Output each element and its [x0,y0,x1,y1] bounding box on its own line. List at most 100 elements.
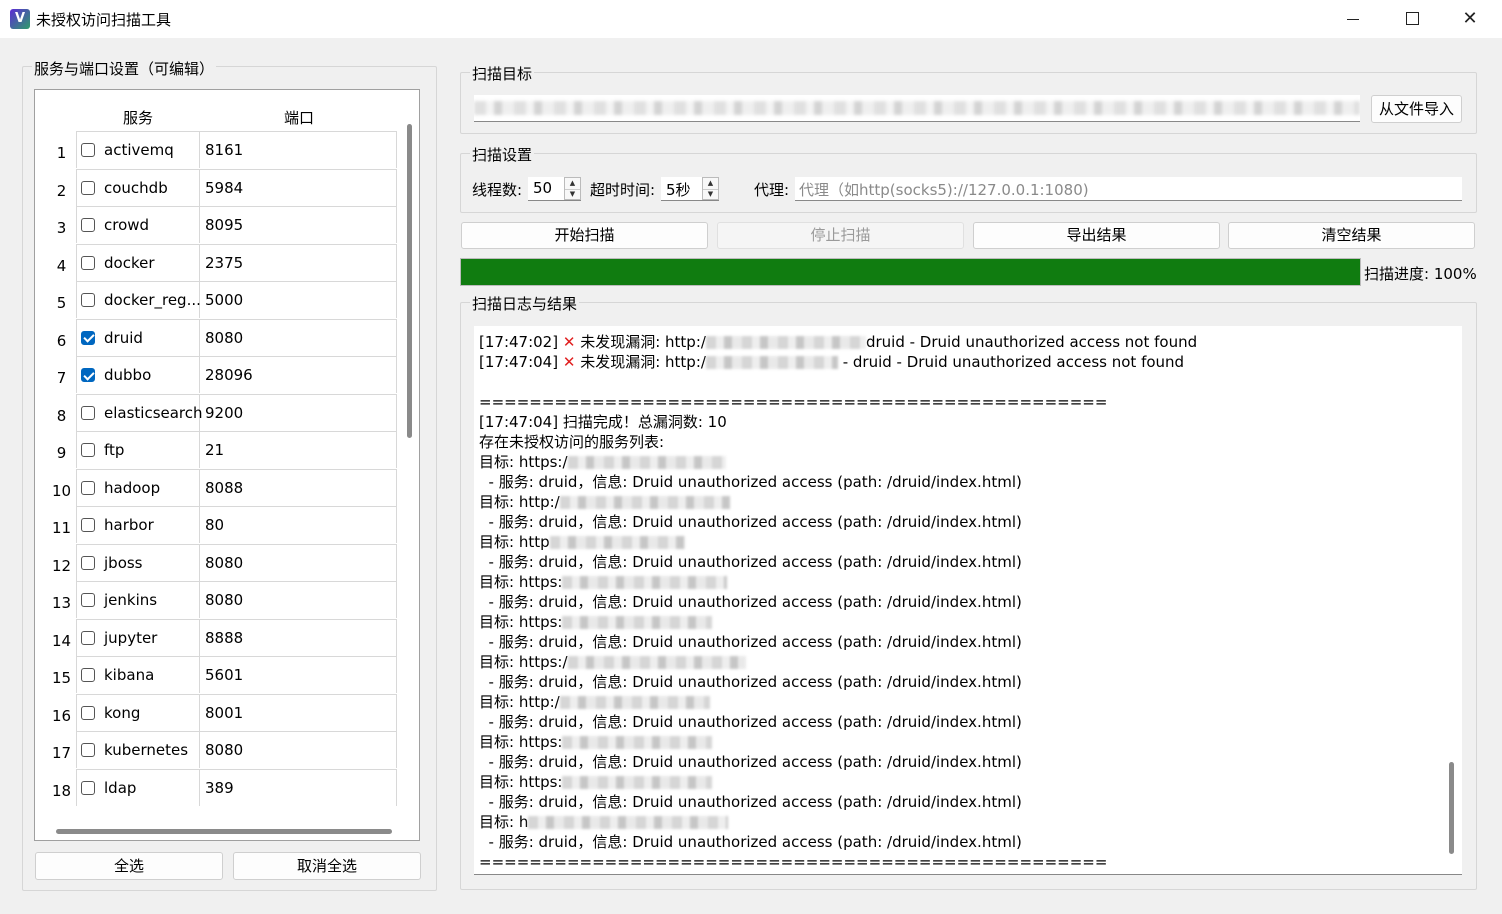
table-row[interactable]: 1 activemq 8161 [47,131,397,168]
port-cell[interactable]: 8161 [200,131,397,168]
service-cell[interactable]: couchdb [76,168,200,206]
row-number: 5 [56,294,67,312]
table-row[interactable]: 11 harbor 80 [47,506,397,543]
scan-target-input[interactable] [474,95,1360,122]
service-cell[interactable]: ftp [76,431,200,468]
maximize-button[interactable] [1389,4,1435,34]
service-cell[interactable]: dubbo [76,356,200,393]
service-cell[interactable]: docker_reg... [76,281,201,318]
service-cell[interactable]: jupyter [76,618,200,656]
log-line: 目标: https:/ [479,652,1439,672]
table-row[interactable]: 2 couchdb 5984 [47,168,397,206]
service-table[interactable]: 服务 端口 1 activemq 8161 2 couchdb 5984 3 crowd 809… [34,89,420,841]
service-cell[interactable]: druid [76,318,200,356]
table-row[interactable]: 18 ldap 389 [47,768,397,806]
port-cell[interactable]: 5601 [200,656,397,693]
service-checkbox[interactable] [81,255,95,270]
table-row[interactable]: 9 ftp 21 [47,431,397,468]
service-cell[interactable]: ldap [76,768,200,806]
service-cell[interactable]: activemq [76,131,200,168]
port-cell[interactable]: 8001 [200,693,397,731]
port-cell[interactable]: 8080 [200,543,397,581]
port-cell[interactable]: 80 [200,506,397,543]
service-checkbox[interactable] [81,143,95,157]
service-checkbox[interactable] [81,443,95,457]
minimize-button[interactable] [1330,4,1376,34]
service-cell[interactable]: harbor [76,506,200,543]
log-output[interactable]: [17:47:02] ✕ 未发现漏洞: http:/ druid - Druid … [474,326,1462,875]
port-cell[interactable]: 2375 [200,243,397,281]
port-cell[interactable]: 8088 [200,468,397,506]
deselect-all-button[interactable]: 取消全选 [233,852,421,880]
table-row[interactable]: 6 druid 8080 [47,318,397,356]
clear-results-button[interactable]: 清空结果 [1228,222,1475,249]
log-line: [17:47:04] 扫描完成！总漏洞数: 10 [479,412,1439,432]
service-checkbox[interactable] [81,405,95,420]
table-horizontal-scrollbar[interactable] [56,829,392,834]
port-cell[interactable]: 28096 [200,356,397,393]
service-cell[interactable]: kong [76,693,200,731]
port-cell[interactable]: 5000 [200,281,397,318]
service-checkbox[interactable] [81,780,95,795]
service-checkbox[interactable] [81,218,95,232]
port-cell[interactable]: 5984 [200,168,397,206]
spin-down-icon[interactable]: ▼ [565,189,580,200]
stop-scan-button[interactable]: 停止扫描 [717,222,964,249]
service-checkbox[interactable] [81,705,95,720]
table-row[interactable]: 13 jenkins 8080 [47,581,397,618]
table-row[interactable]: 5 docker_reg... 5000 [47,281,397,318]
service-checkbox[interactable] [81,330,95,345]
import-from-file-button[interactable]: 从文件导入 [1371,95,1462,123]
service-checkbox[interactable] [81,593,95,607]
port-cell[interactable]: 8888 [200,618,397,656]
table-row[interactable]: 16 kong 8001 [47,693,397,731]
service-checkbox[interactable] [81,293,95,307]
service-cell[interactable]: elasticsearch [76,393,203,431]
table-row[interactable]: 7 dubbo 28096 [47,356,397,393]
service-cell[interactable]: docker [76,243,200,281]
port-cell[interactable]: 8080 [200,731,397,768]
port-cell[interactable]: 21 [200,431,397,468]
port-cell[interactable]: 8095 [200,206,397,243]
start-scan-button[interactable]: 开始扫描 [461,222,708,249]
service-checkbox[interactable] [81,518,95,532]
service-checkbox[interactable] [81,180,95,195]
log-vertical-scrollbar[interactable] [1449,762,1454,854]
table-row[interactable]: 17 kubernetes 8080 [47,731,397,768]
service-cell[interactable]: kubernetes [76,731,200,768]
service-checkbox[interactable] [81,480,95,495]
table-row[interactable]: 15 kibana 5601 [47,656,397,693]
select-all-button[interactable]: 全选 [35,852,223,880]
threads-spinbox[interactable]: 50 ▲ ▼ [528,177,581,201]
table-row[interactable]: 10 hadoop 8088 [47,468,397,506]
column-header-port[interactable]: 端口 [201,102,397,131]
service-name: ftp [104,441,125,459]
column-header-service[interactable]: 服务 [76,102,200,131]
port-cell[interactable]: 8080 [200,581,397,618]
service-cell[interactable]: kibana [76,656,200,693]
spin-down-icon[interactable]: ▼ [703,189,718,200]
table-row[interactable]: 8 elasticsearch 9200 [47,393,397,431]
redacted-url [559,496,730,509]
close-button[interactable]: ✕ [1447,4,1493,34]
table-row[interactable]: 3 crowd 8095 [47,206,397,243]
table-row[interactable]: 12 jboss 8080 [47,543,397,581]
port-cell[interactable]: 8080 [200,318,397,356]
service-checkbox[interactable] [81,555,95,570]
service-cell[interactable]: crowd [76,206,200,243]
service-checkbox[interactable] [81,630,95,645]
proxy-input[interactable]: 代理（如http(socks5)://127.0.0.1:1080) [795,177,1462,201]
port-cell[interactable]: 9200 [200,393,397,431]
service-cell[interactable]: hadoop [76,468,200,506]
service-checkbox[interactable] [81,743,95,757]
table-vertical-scrollbar[interactable] [407,124,412,438]
service-checkbox[interactable] [81,668,95,682]
export-results-button[interactable]: 导出结果 [973,222,1220,249]
table-row[interactable]: 14 jupyter 8888 [47,618,397,656]
table-row[interactable]: 4 docker 2375 [47,243,397,281]
timeout-spinbox[interactable]: 5秒 ▲ ▼ [661,177,719,201]
port-cell[interactable]: 389 [200,768,397,806]
service-cell[interactable]: jboss [76,543,200,581]
service-cell[interactable]: jenkins [76,581,200,618]
service-checkbox[interactable] [81,368,95,382]
